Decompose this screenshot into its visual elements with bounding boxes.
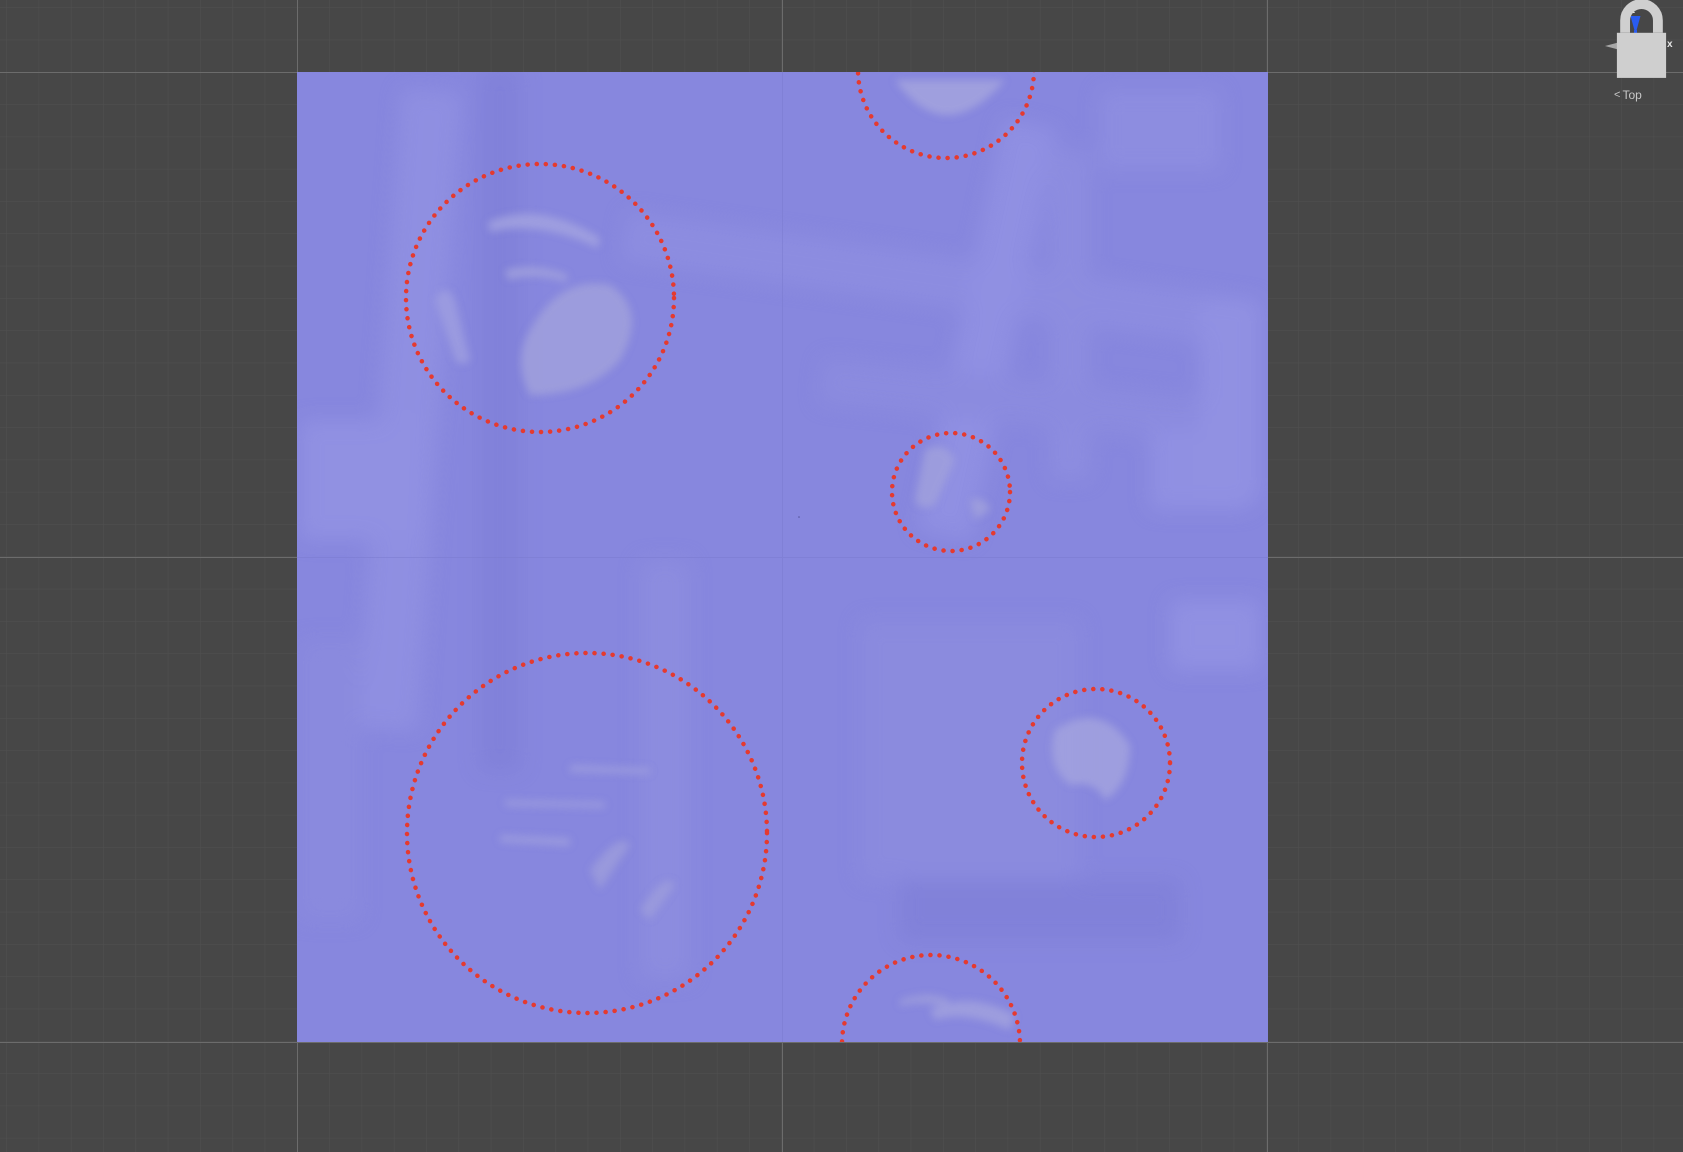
chevron-left-icon: < <box>1614 89 1621 101</box>
view-mode-label: Top <box>1622 88 1642 102</box>
view-mode-toggle[interactable]: < Top <box>1614 88 1642 102</box>
normal-map-plane <box>297 72 1268 1042</box>
orientation-gizmo[interactable]: z x < Top <box>1600 0 1683 115</box>
scene-view[interactable]: z x < Top <box>0 0 1683 1152</box>
lock-icon[interactable] <box>1600 0 1683 82</box>
scene-canvas[interactable] <box>0 0 1683 1152</box>
marker-circle <box>798 516 800 518</box>
